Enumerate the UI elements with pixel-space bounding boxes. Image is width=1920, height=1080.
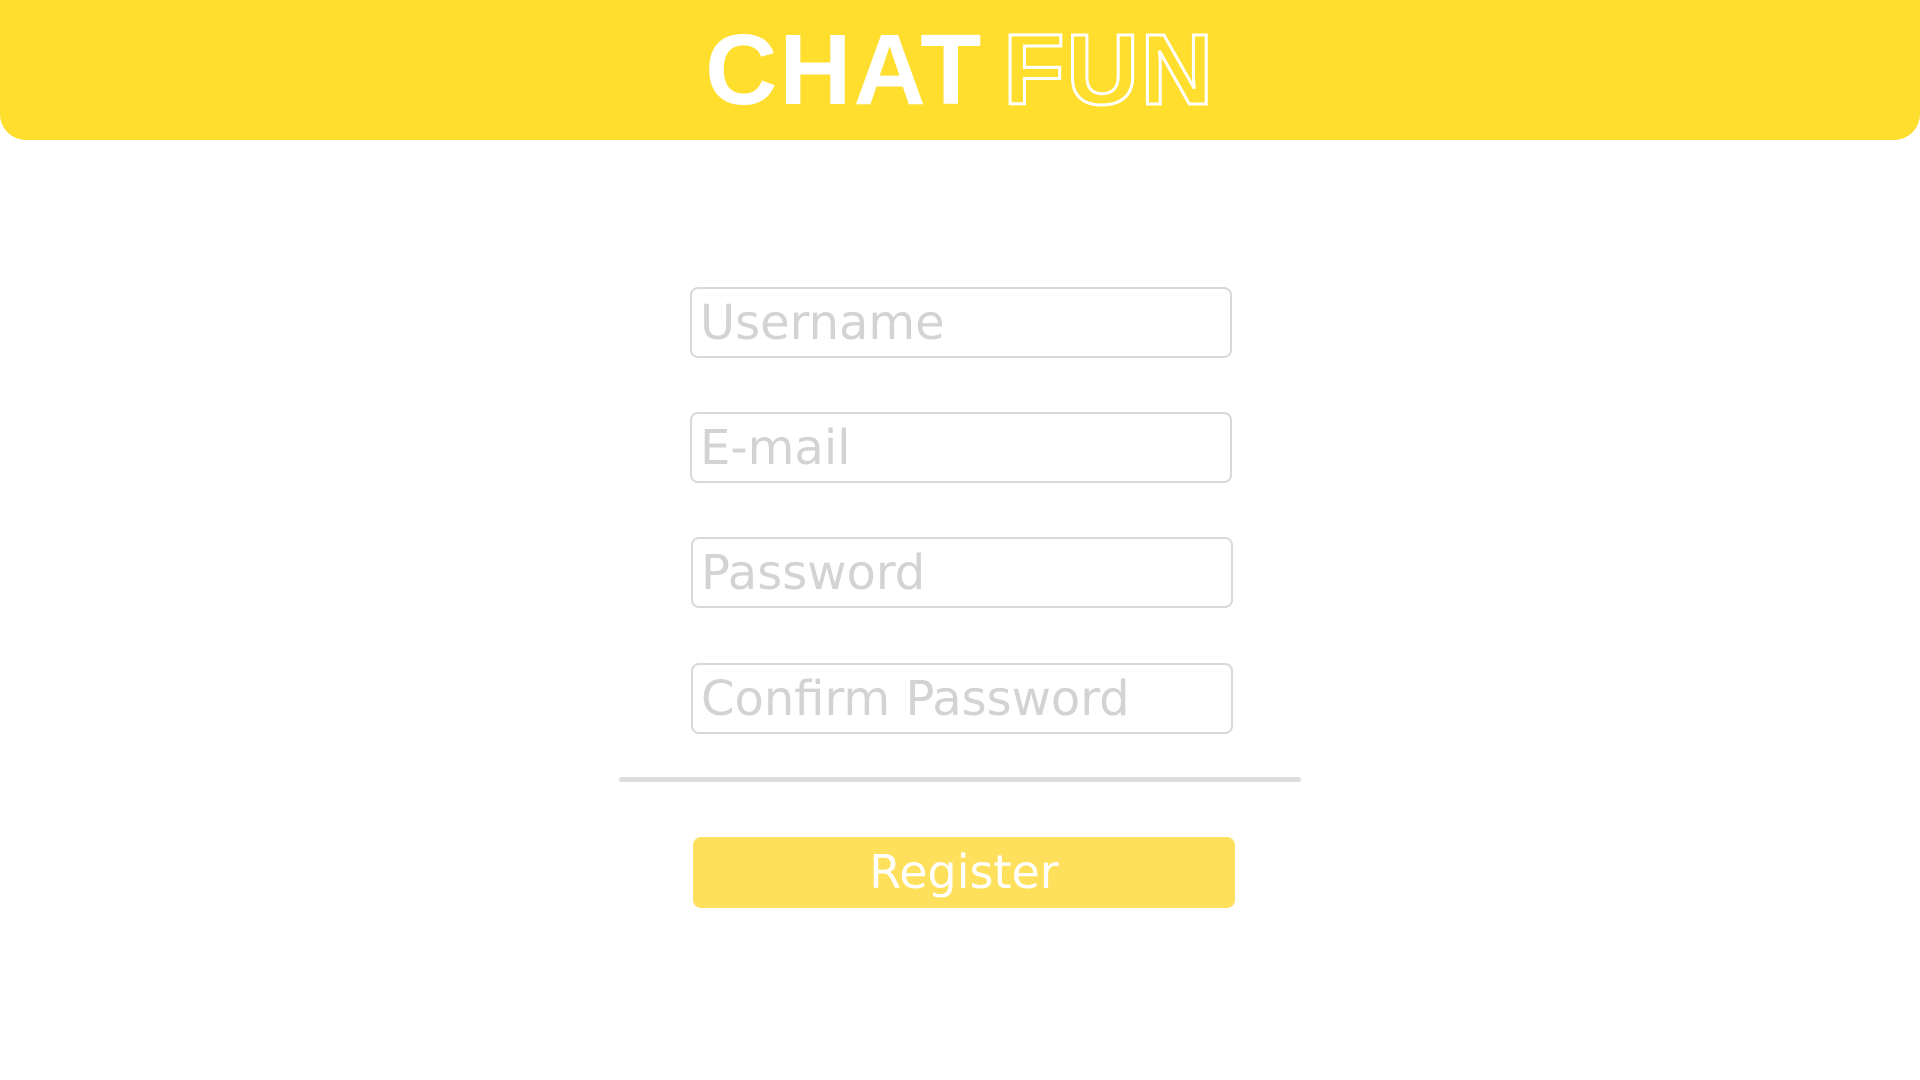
logo-fun-text: FUN [1002,14,1215,126]
email-input[interactable] [690,412,1232,483]
app-logo: CHAT FUN [0,19,1920,122]
register-button[interactable]: Register [693,837,1235,908]
form-divider [619,777,1301,782]
logo-chat-text: CHAT [705,14,984,126]
username-input[interactable] [690,287,1232,358]
password-input[interactable] [691,537,1233,608]
header-bar: CHAT FUN [0,0,1920,140]
confirm-password-input[interactable] [691,663,1233,734]
